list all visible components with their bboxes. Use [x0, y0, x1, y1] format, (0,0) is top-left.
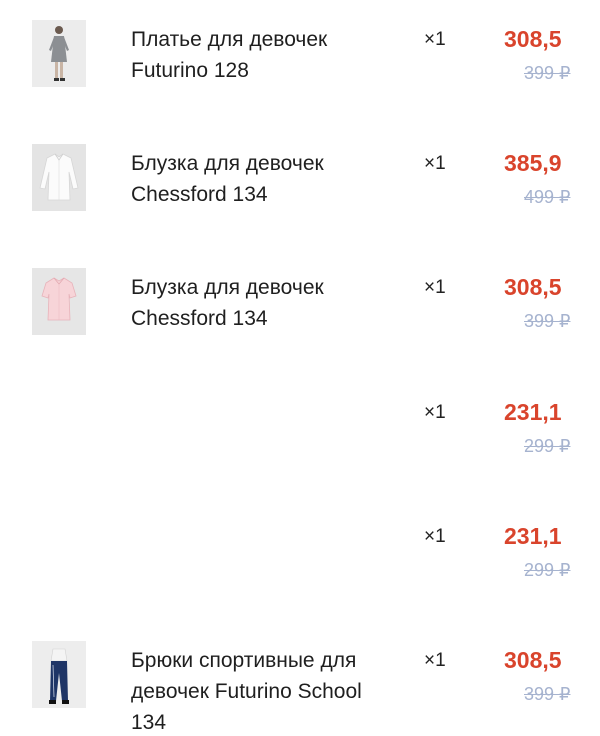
original-price: 399 ₽ — [524, 311, 571, 331]
quantity-label: ×1 — [424, 29, 446, 50]
discounted-price: 308,5 — [504, 274, 562, 300]
order-item[interactable]: ×1 231,1 299 ₽ — [0, 497, 600, 621]
quantity-label: ×1 — [424, 277, 446, 298]
quantity-label: ×1 — [424, 153, 446, 174]
discounted-price: 231,1 — [504, 523, 562, 549]
order-item-white-blouse[interactable]: Блузка для девочек Chessford 134 ×1 385,… — [0, 124, 600, 248]
discounted-price: 308,5 — [504, 26, 562, 52]
original-price: 499 ₽ — [524, 187, 571, 207]
discounted-price: 385,9 — [504, 150, 562, 176]
product-image-white-blouse[interactable] — [32, 144, 86, 211]
product-image-dress[interactable] — [32, 20, 86, 87]
product-image-sport-pants[interactable] — [32, 641, 86, 708]
product-title[interactable]: Брюки спортивные для девочек Futurino Sc… — [131, 645, 391, 736]
order-item[interactable]: ×1 231,1 299 ₽ — [0, 373, 600, 497]
discounted-price: 308,5 — [504, 647, 562, 673]
discounted-price: 231,1 — [504, 399, 562, 425]
product-title[interactable]: Платье для девочек Futurino 128 — [131, 24, 391, 86]
original-price: 299 ₽ — [524, 436, 571, 456]
order-item-sport-pants[interactable]: Брюки спортивные для девочек Futurino Sc… — [0, 621, 600, 736]
original-price: 299 ₽ — [524, 560, 571, 580]
product-image-pink-blouse[interactable] — [32, 268, 86, 335]
original-price: 399 ₽ — [524, 684, 571, 704]
quantity-label: ×1 — [424, 650, 446, 671]
original-price: 399 ₽ — [524, 63, 571, 83]
order-items-list: Платье для девочек Futurino 128 ×1 308,5… — [0, 0, 600, 736]
order-item-dress[interactable]: Платье для девочек Futurino 128 ×1 308,5… — [0, 0, 600, 124]
product-title[interactable]: Блузка для девочек Chessford 134 — [131, 148, 391, 210]
quantity-label: ×1 — [424, 402, 446, 423]
order-item-pink-blouse[interactable]: Блузка для девочек Chessford 134 ×1 308,… — [0, 248, 600, 372]
quantity-label: ×1 — [424, 526, 446, 547]
product-title[interactable]: Блузка для девочек Chessford 134 — [131, 272, 391, 334]
